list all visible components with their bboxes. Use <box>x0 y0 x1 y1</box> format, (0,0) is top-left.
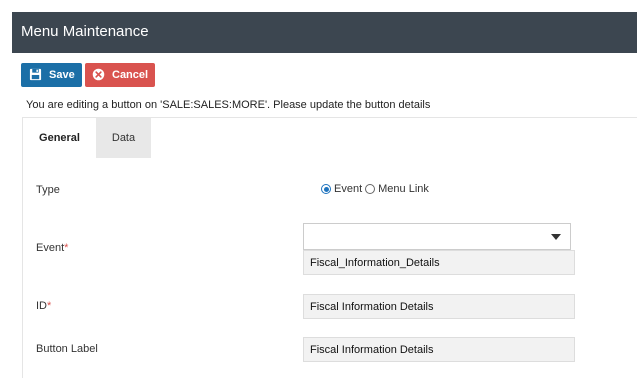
required-marker: * <box>64 242 69 254</box>
page-header: Menu Maintenance <box>12 12 637 53</box>
event-suggestion-text: Fiscal_Information_Details <box>310 256 440 269</box>
button-label-field-value: Fiscal Information Details <box>310 343 434 356</box>
radio-event-label[interactable]: Event <box>334 183 362 195</box>
type-radio-group: Event Menu Link <box>321 183 432 195</box>
save-button[interactable]: Save <box>21 63 82 87</box>
radio-event[interactable] <box>321 184 331 194</box>
cancel-button[interactable]: Cancel <box>85 63 155 87</box>
id-label-text: ID <box>36 300 47 312</box>
radio-menu-link-label[interactable]: Menu Link <box>378 183 429 195</box>
tab-general[interactable]: General <box>23 118 96 158</box>
cancel-button-label: Cancel <box>112 69 149 81</box>
required-marker: * <box>47 300 52 312</box>
tab-data-label: Data <box>111 132 136 144</box>
button-label-label: Button Label <box>36 343 98 355</box>
caret-down-icon <box>551 234 561 240</box>
type-label: Type <box>36 184 60 196</box>
top-gap <box>0 0 637 12</box>
id-field-value: Fiscal Information Details <box>310 300 434 313</box>
event-label: Event* <box>36 242 68 254</box>
id-label: ID* <box>36 300 51 312</box>
event-label-text: Event <box>36 242 65 254</box>
save-button-label: Save <box>49 69 75 81</box>
tab-data[interactable]: Data <box>96 118 151 158</box>
event-suggestion-option[interactable]: Fiscal_Information_Details <box>303 250 575 275</box>
button-label-field[interactable]: Fiscal Information Details <box>303 337 575 362</box>
id-field[interactable]: Fiscal Information Details <box>303 294 575 319</box>
floppy-disk-icon <box>29 68 43 82</box>
close-circle-icon <box>92 68 106 82</box>
event-select[interactable] <box>303 223 571 250</box>
radio-menu-link[interactable] <box>365 184 376 194</box>
tab-general-label: General <box>39 132 80 144</box>
page-title: Menu Maintenance <box>21 23 149 40</box>
edit-info-text: You are editing a button on 'SALE:SALES:… <box>26 99 431 111</box>
